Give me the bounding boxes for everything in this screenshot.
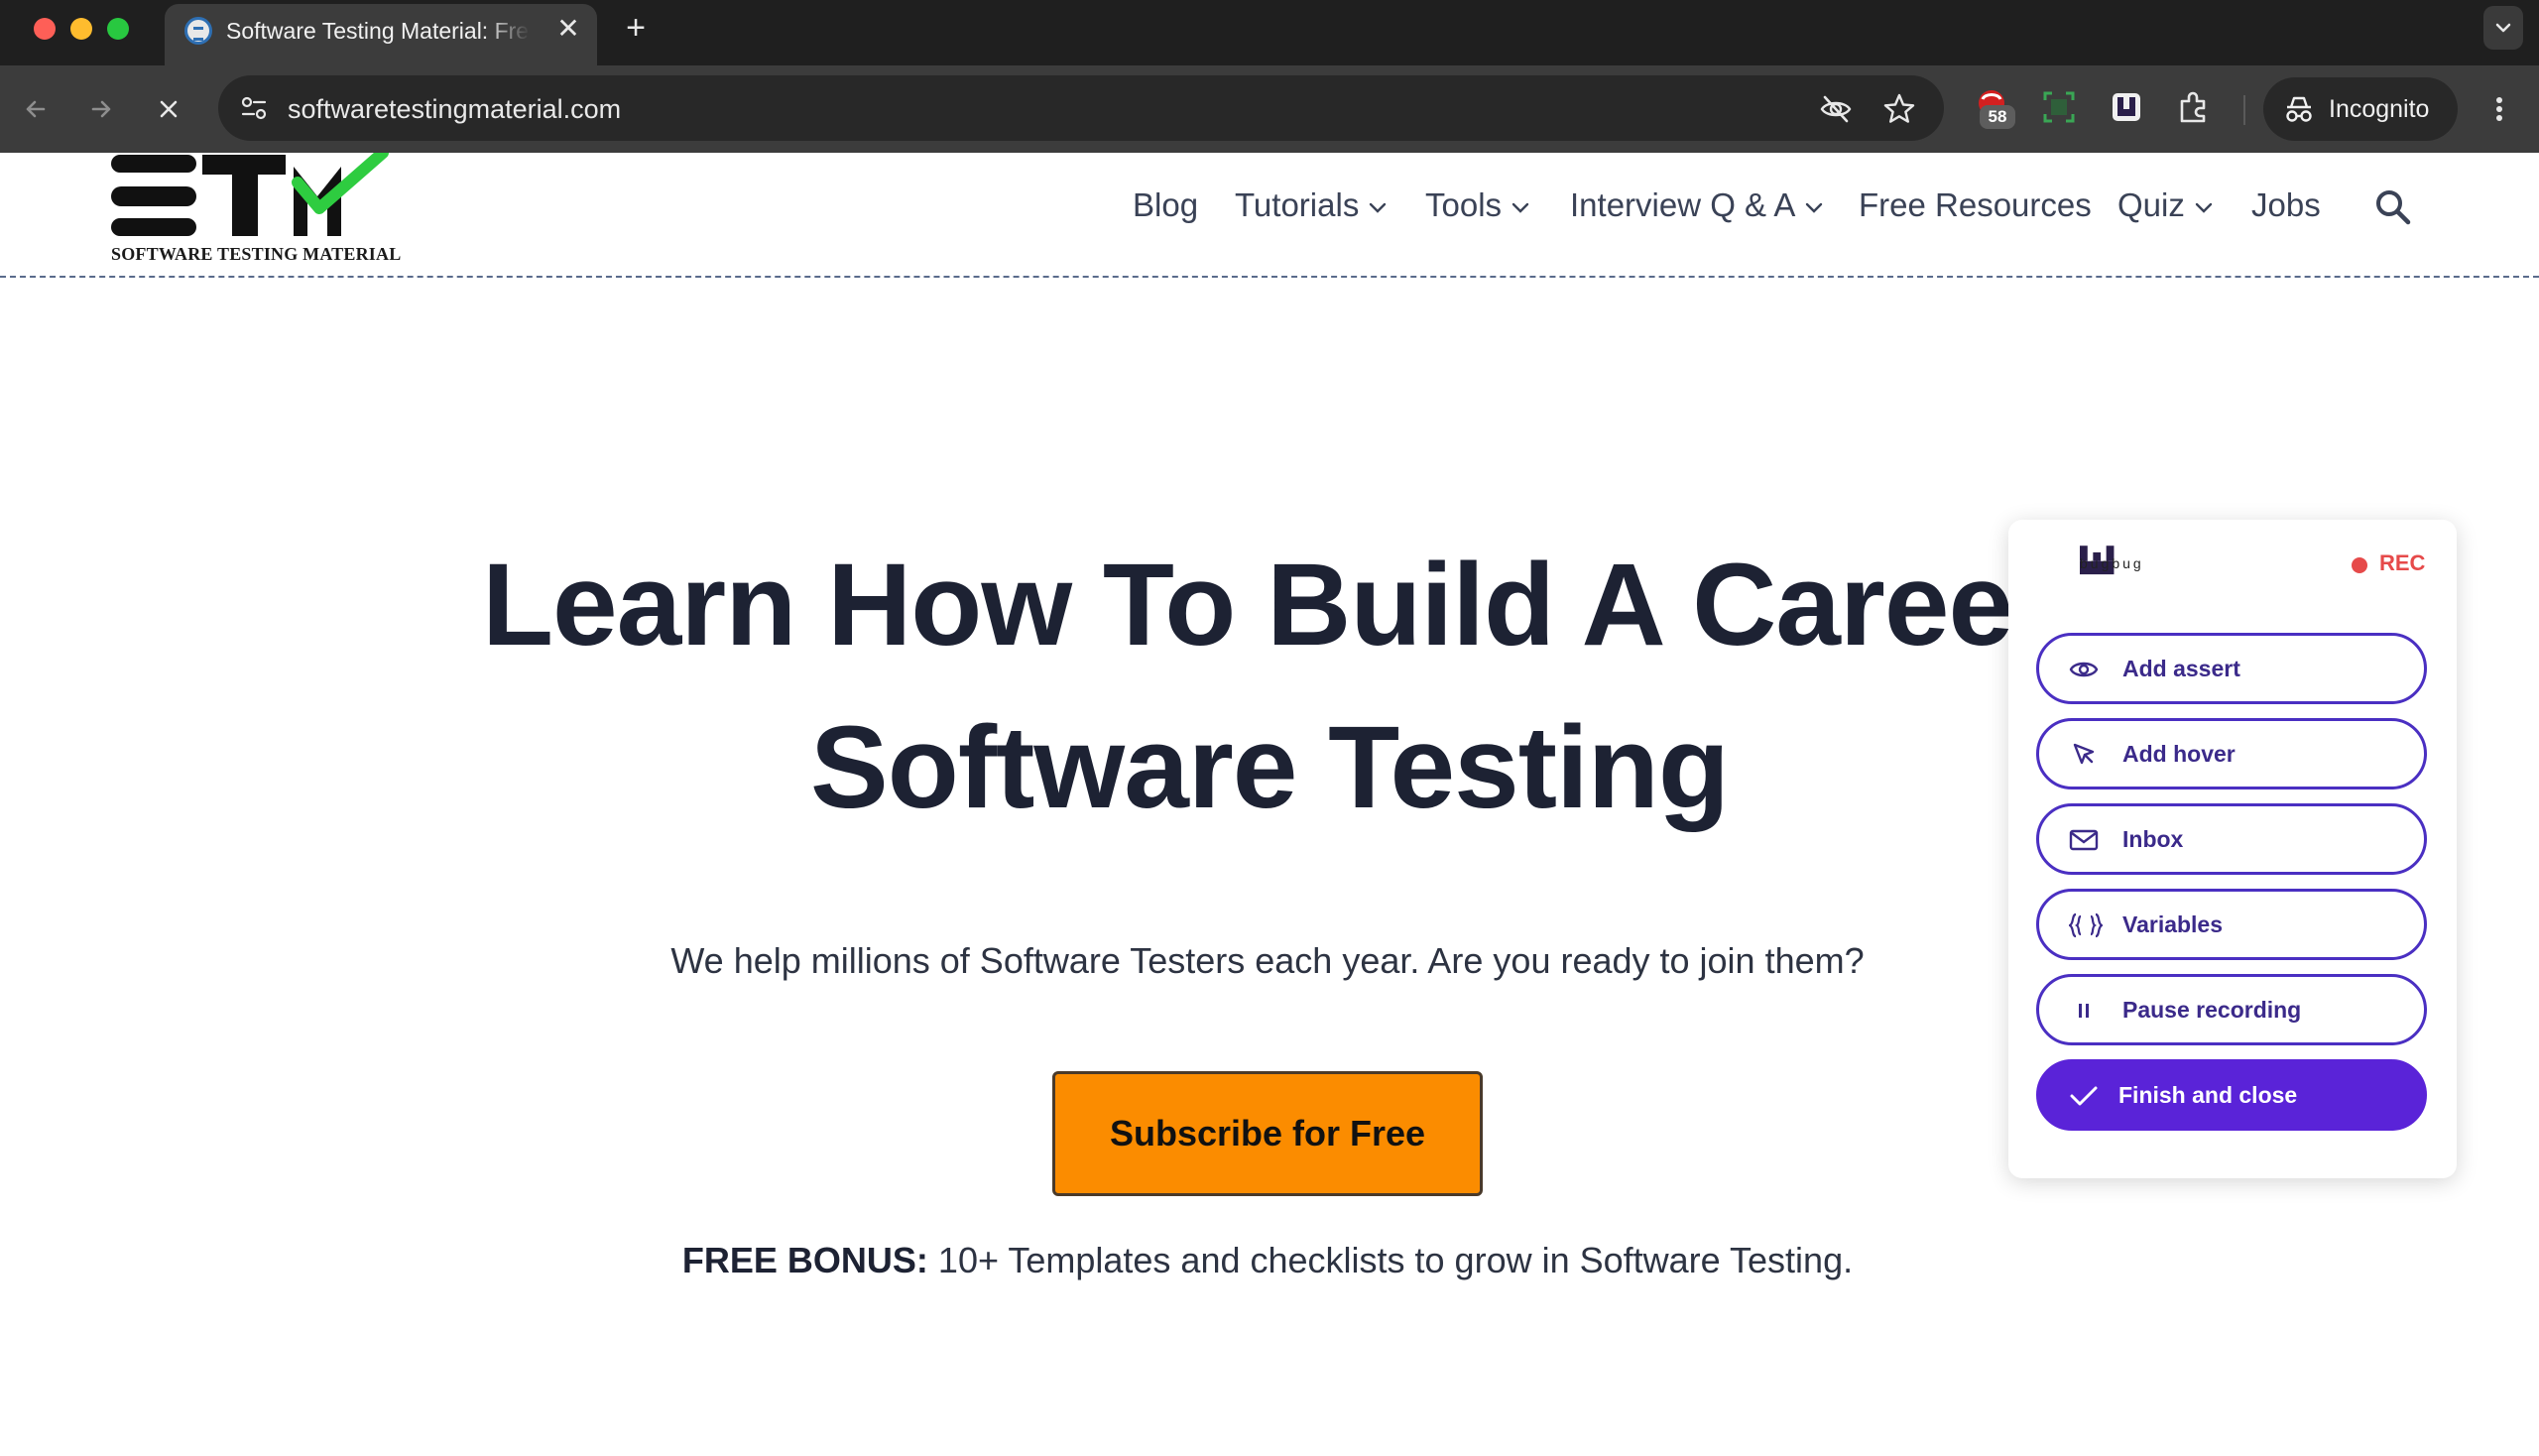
extensions-puzzle-icon[interactable]: [2174, 87, 2218, 131]
chevron-down-icon: [2495, 23, 2511, 33]
new-tab-button[interactable]: +: [619, 8, 653, 48]
address-bar[interactable]: softwaretestingmaterial.com: [218, 75, 1944, 141]
logo-caption: SOFTWARE TESTING MATERIAL: [111, 244, 402, 264]
back-button[interactable]: [14, 87, 58, 131]
mail-icon: [2069, 829, 2099, 851]
add-assert-button[interactable]: Add assert: [2036, 633, 2427, 704]
browser-tab[interactable]: Software Testing Material: Free Software…: [165, 4, 597, 65]
nav-tools[interactable]: Tools: [1425, 186, 1529, 236]
browser-toolbar: softwaretestingmaterial.com 58 Incognito: [0, 65, 2539, 153]
close-tab-icon[interactable]: ✕: [553, 14, 583, 44]
nav-blog[interactable]: Blog: [1133, 186, 1198, 236]
tune-icon: [241, 96, 267, 120]
close-window-button[interactable]: [34, 18, 56, 40]
tab-search-button[interactable]: [2483, 6, 2523, 50]
url-text[interactable]: softwaretestingmaterial.com: [288, 94, 621, 125]
nav-interview-qa[interactable]: Interview Q & A: [1570, 186, 1823, 236]
stop-loading-button[interactable]: [147, 87, 190, 131]
braces-icon: [2069, 912, 2103, 938]
stm-logo-icon: [111, 147, 389, 236]
site-search-button[interactable]: [2374, 188, 2412, 226]
nav-free-resources[interactable]: Free Resources: [1859, 186, 2092, 236]
site-header: SOFTWARE TESTING MATERIAL Blog Tutorials…: [0, 147, 2539, 278]
nav-tutorials[interactable]: Tutorials: [1235, 186, 1387, 236]
arrow-left-icon: [26, 100, 46, 118]
nav-quiz[interactable]: Quiz: [2117, 186, 2213, 236]
nav-jobs[interactable]: Jobs: [2251, 186, 2321, 236]
variables-button[interactable]: Variables: [2036, 889, 2427, 960]
bugbug-recorder-panel: bugbug REC Add assert Add hover Inbox Va…: [2008, 520, 2457, 1178]
bugbug-brand: bugbug: [2080, 555, 2144, 571]
rec-dot-icon: [2352, 557, 2367, 573]
browser-menu-button[interactable]: [2479, 87, 2519, 131]
finish-and-close-button[interactable]: Finish and close: [2036, 1059, 2427, 1131]
check-icon: [2070, 1086, 2098, 1106]
add-hover-button[interactable]: Add hover: [2036, 718, 2427, 789]
chevron-down-icon: [1511, 203, 1529, 213]
toolbar-divider: [2243, 95, 2245, 125]
tab-strip: Software Testing Material: Free Software…: [0, 0, 2539, 65]
inbox-button[interactable]: Inbox: [2036, 803, 2427, 875]
zoom-window-button[interactable]: [107, 18, 129, 40]
bugbug-extension-icon[interactable]: [2107, 87, 2150, 131]
webpage: SOFTWARE TESTING MATERIAL Blog Tutorials…: [0, 147, 2539, 1456]
search-icon: [2376, 190, 2411, 225]
free-bonus-label: FREE BONUS:: [681, 1240, 928, 1280]
pause-icon: [2079, 1004, 2089, 1018]
pause-recording-button[interactable]: Pause recording: [2036, 974, 2427, 1045]
site-favicon-icon: [184, 17, 212, 45]
subscribe-button[interactable]: Subscribe for Free: [1052, 1071, 1483, 1196]
arrow-right-icon: [91, 100, 111, 118]
site-info-button[interactable]: [232, 86, 276, 130]
minimize-window-button[interactable]: [70, 18, 92, 40]
free-bonus-description: 10+ Templates and checklists to grow in …: [927, 1240, 1854, 1280]
star-icon[interactable]: [1882, 92, 1916, 126]
chevron-down-icon: [1806, 203, 1823, 213]
free-bonus-text: FREE BONUS: 10+ Templates and checklists…: [0, 1240, 2535, 1281]
extension-badge: 58: [1980, 105, 2015, 129]
site-logo[interactable]: SOFTWARE TESTING MATERIAL: [109, 147, 401, 270]
chevron-down-icon: [1370, 203, 1387, 213]
chevron-down-icon: [2195, 203, 2213, 213]
incognito-profile-button[interactable]: Incognito: [2263, 77, 2458, 141]
eye-icon: [2069, 662, 2099, 677]
eye-off-icon[interactable]: [1819, 92, 1853, 126]
incognito-label: Incognito: [2329, 95, 2430, 123]
incognito-icon: [2286, 96, 2312, 122]
cursor-icon: [2073, 743, 2095, 765]
forward-button[interactable]: [79, 87, 123, 131]
tab-title: Software Testing Material: Free Software…: [226, 18, 530, 44]
close-icon: [160, 100, 178, 118]
screenshot-extension-icon[interactable]: [2039, 87, 2083, 131]
